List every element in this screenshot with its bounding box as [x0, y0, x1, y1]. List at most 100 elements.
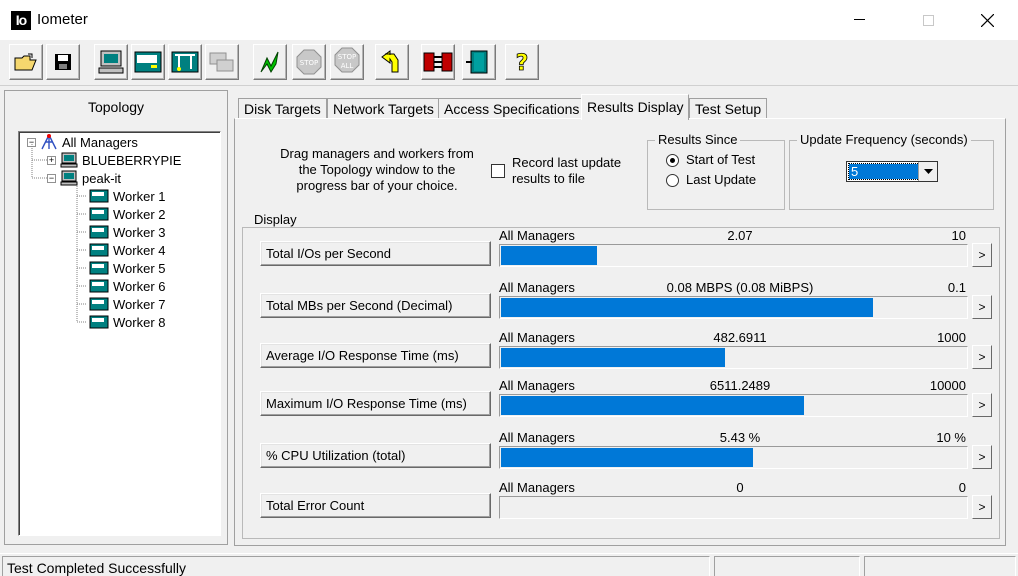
title-bar: Io Iometer — [0, 0, 1018, 40]
metric-progress-fill — [501, 246, 597, 265]
tree-node-worker[interactable]: Worker 2 — [89, 205, 166, 223]
metric-progress-bar[interactable] — [499, 496, 968, 519]
stop-all-icon: STOPALL — [334, 47, 360, 73]
metric-progress-bar[interactable] — [499, 296, 968, 319]
disconnect-icon — [423, 52, 453, 72]
metric-target: All Managers — [499, 378, 575, 393]
close-button[interactable] — [964, 0, 1010, 40]
tree-node-worker[interactable]: Worker 6 — [89, 277, 166, 295]
disk-worker-icon — [89, 225, 109, 239]
metric-value: 6511.2489 — [709, 378, 771, 393]
tree-node-worker[interactable]: Worker 7 — [89, 295, 166, 313]
radio-last-update[interactable] — [666, 174, 679, 187]
topology-title: Topology — [87, 99, 145, 115]
metric-select-button[interactable]: > — [972, 345, 992, 369]
record-results-checkbox[interactable] — [491, 164, 505, 178]
stop-all-button[interactable]: STOP ALL — [330, 44, 364, 80]
start-new-disk-worker-button[interactable] — [131, 44, 165, 80]
metric-select-button[interactable]: > — [972, 445, 992, 469]
status-text: Test Completed Successfully — [7, 560, 186, 576]
tab-disk-targets[interactable]: Disk Targets — [238, 98, 327, 120]
metric-target: All Managers — [499, 330, 575, 345]
tree-node-worker[interactable]: Worker 1 — [89, 187, 166, 205]
start-tests-button[interactable] — [253, 44, 287, 80]
metric-value: 5.43 % — [719, 430, 761, 445]
start-new-manager-button[interactable] — [94, 44, 128, 80]
reset-arrow-icon — [381, 50, 399, 73]
disk-worker-icon — [134, 51, 162, 73]
floppy-disk-icon — [55, 54, 71, 70]
metric-progress-bar[interactable] — [499, 346, 968, 369]
metric-select-button[interactable]: > — [972, 295, 992, 319]
topology-tree[interactable]: − All Managers + BLUEBERRYPIE − peak-it … — [18, 131, 221, 536]
tab-network-targets[interactable]: Network Targets — [327, 98, 440, 120]
svg-text:ALL: ALL — [341, 62, 354, 70]
metric-max: 1000 — [937, 330, 966, 345]
start-new-network-worker-button[interactable] — [168, 44, 202, 80]
tree-label: Worker 2 — [113, 206, 166, 222]
update-frequency-select[interactable]: 5 — [846, 161, 938, 182]
chevron-down-icon — [923, 169, 933, 174]
tree-label: Worker 7 — [113, 296, 166, 312]
metric-select-button[interactable]: > — [972, 393, 992, 417]
maximize-button — [905, 0, 951, 40]
tree-label: Worker 5 — [113, 260, 166, 276]
about-button[interactable]: ? — [505, 44, 539, 80]
metric-button-cpu-utilization-total[interactable]: % CPU Utilization (total) — [260, 443, 491, 468]
results-since-legend: Results Since — [655, 132, 741, 147]
metric-max: 0.1 — [947, 280, 966, 295]
save-config-button[interactable] — [46, 44, 80, 80]
iometer-app-icon: Io — [11, 11, 31, 30]
window-title: Iometer — [37, 11, 88, 28]
display-legend: Display — [251, 212, 300, 227]
svg-text:STOP: STOP — [338, 53, 356, 61]
metric-select-button[interactable]: > — [972, 495, 992, 519]
metric-button-total-error-count[interactable]: Total Error Count — [260, 493, 491, 518]
disk-worker-icon — [89, 261, 109, 275]
minimize-button[interactable] — [836, 0, 882, 40]
record-results-label: Record last update results to file — [512, 155, 622, 186]
metric-progress-fill — [501, 396, 804, 415]
status-pane-3 — [864, 556, 1016, 576]
exit-managers-button[interactable] — [421, 44, 455, 80]
metric-max: 10000 — [929, 378, 966, 393]
metric-button-total-mbs-per-second-decimal[interactable]: Total MBs per Second (Decimal) — [260, 293, 491, 318]
duplicate-worker-button[interactable] — [205, 44, 239, 80]
tab-access-specifications[interactable]: Access Specifications — [438, 98, 586, 120]
tab-test-setup[interactable]: Test Setup — [689, 98, 768, 120]
tree-node-worker[interactable]: Worker 3 — [89, 223, 166, 241]
radio-start-of-test[interactable] — [666, 154, 679, 167]
tree-node-worker[interactable]: Worker 5 — [89, 259, 166, 277]
metric-max: 0 — [958, 480, 966, 495]
metric-select-button[interactable]: > — [972, 243, 992, 267]
status-pane-main: Test Completed Successfully — [2, 556, 710, 576]
metric-progress-bar[interactable] — [499, 446, 968, 469]
tree-label: Worker 1 — [113, 188, 166, 204]
metric-value: 2.07 — [727, 228, 753, 243]
help-question-icon: ? — [515, 51, 529, 74]
exit-button[interactable] — [462, 44, 496, 80]
tree-label: Worker 6 — [113, 278, 166, 294]
toolbar: STOP STOP ALL ? — [0, 40, 1018, 86]
svg-text:?: ? — [516, 51, 529, 74]
green-flag-icon — [260, 51, 279, 74]
stop-test-button[interactable]: STOP — [292, 44, 326, 80]
tab-results-display[interactable]: Results Display — [581, 94, 690, 120]
dropdown-button[interactable] — [918, 162, 937, 181]
metric-progress-bar[interactable] — [499, 244, 968, 267]
tree-node-worker[interactable]: Worker 4 — [89, 241, 166, 259]
metric-button-total-i-os-per-second[interactable]: Total I/Os per Second — [260, 241, 491, 266]
metric-target: All Managers — [499, 228, 575, 243]
status-bar: Test Completed Successfully — [0, 553, 1018, 576]
metric-button-average-i-o-response-time-ms[interactable]: Average I/O Response Time (ms) — [260, 343, 491, 368]
open-config-button[interactable] — [9, 44, 43, 80]
topology-panel: Topology − All Managers + BLUEBERRYPIE −… — [4, 90, 228, 545]
tree-label: Worker 8 — [113, 314, 166, 330]
reset-workers-button[interactable] — [375, 44, 409, 80]
minimize-icon — [853, 19, 865, 20]
metric-value: 0 — [736, 480, 744, 495]
metric-progress-bar[interactable] — [499, 394, 968, 417]
tree-node-worker[interactable]: Worker 8 — [89, 313, 166, 331]
network-worker-icon — [171, 51, 199, 73]
metric-button-maximum-i-o-response-time-ms[interactable]: Maximum I/O Response Time (ms) — [260, 391, 491, 416]
